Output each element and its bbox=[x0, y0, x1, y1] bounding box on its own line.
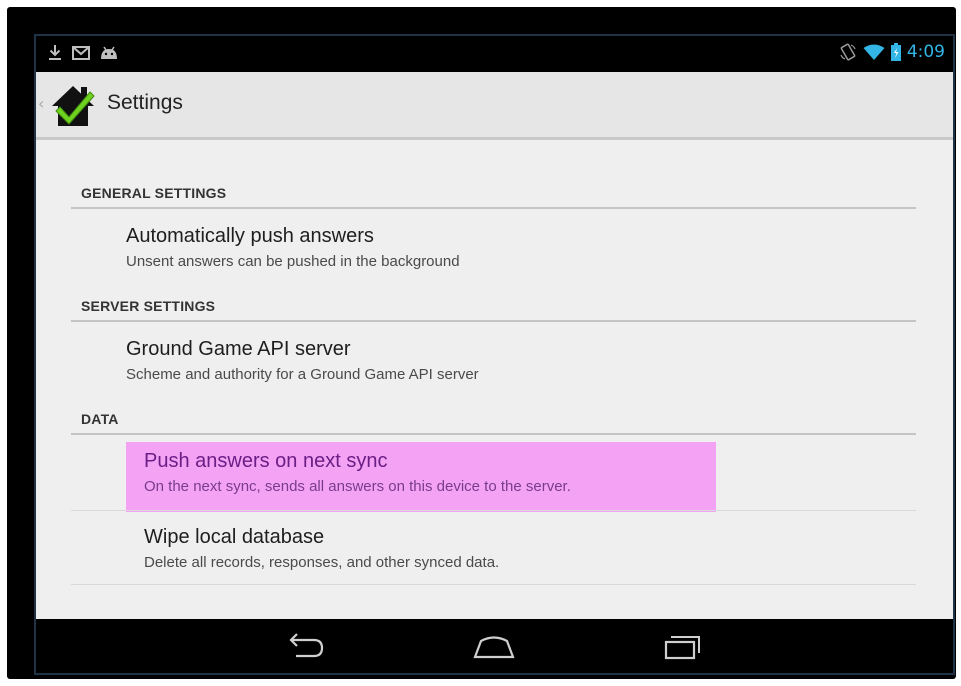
pref-wipe-local-database[interactable]: Wipe local database Delete all records, … bbox=[144, 526, 734, 571]
battery-icon bbox=[890, 43, 901, 61]
item-divider bbox=[71, 584, 916, 585]
section-divider bbox=[71, 433, 916, 435]
house-checkmark-logo-icon bbox=[52, 86, 95, 126]
pref-push-on-next-sync[interactable]: Push answers on next sync On the next sy… bbox=[126, 442, 716, 512]
device-screen: 4:09 ‹ Settings GENERAL SETTINGS Automat… bbox=[34, 34, 955, 675]
pref-summary: Scheme and authority for a Ground Game A… bbox=[126, 366, 479, 383]
pref-api-server[interactable]: Ground Game API server Scheme and author… bbox=[126, 338, 716, 383]
android-debug-icon bbox=[101, 46, 117, 59]
status-bar: 4:09 bbox=[36, 36, 953, 72]
page-title: Settings bbox=[107, 91, 183, 114]
rotation-lock-icon bbox=[840, 43, 856, 61]
pref-summary: On the next sync, sends all answers on t… bbox=[144, 478, 571, 495]
section-header-general: GENERAL SETTINGS bbox=[81, 185, 227, 201]
navigation-bar bbox=[36, 619, 953, 673]
up-caret-icon: ‹ bbox=[38, 94, 45, 113]
section-header-data: DATA bbox=[81, 411, 119, 427]
section-divider bbox=[71, 320, 916, 322]
gmail-icon bbox=[72, 45, 90, 60]
pref-summary: Delete all records, responses, and other… bbox=[144, 554, 500, 571]
tablet-frame: 4:09 ‹ Settings GENERAL SETTINGS Automat… bbox=[7, 7, 956, 679]
download-icon bbox=[49, 45, 61, 60]
settings-list: GENERAL SETTINGS Automatically push answ… bbox=[36, 140, 953, 621]
item-divider bbox=[71, 510, 916, 511]
section-divider bbox=[71, 207, 916, 209]
clock-time: 4:09 bbox=[906, 42, 945, 62]
pref-title: Automatically push answers bbox=[126, 225, 374, 247]
home-icon[interactable] bbox=[470, 631, 518, 661]
section-header-server: SERVER SETTINGS bbox=[81, 298, 216, 314]
pref-summary: Unsent answers can be pushed in the back… bbox=[126, 253, 460, 270]
action-bar: ‹ Settings bbox=[36, 72, 953, 140]
recent-apps-icon[interactable] bbox=[658, 631, 706, 661]
wifi-icon bbox=[863, 44, 885, 60]
back-icon[interactable] bbox=[282, 631, 330, 661]
pref-title: Push answers on next sync bbox=[144, 450, 388, 472]
pref-title: Wipe local database bbox=[144, 526, 325, 548]
pref-title: Ground Game API server bbox=[126, 338, 351, 360]
pref-auto-push-answers[interactable]: Automatically push answers Unsent answer… bbox=[126, 225, 716, 270]
